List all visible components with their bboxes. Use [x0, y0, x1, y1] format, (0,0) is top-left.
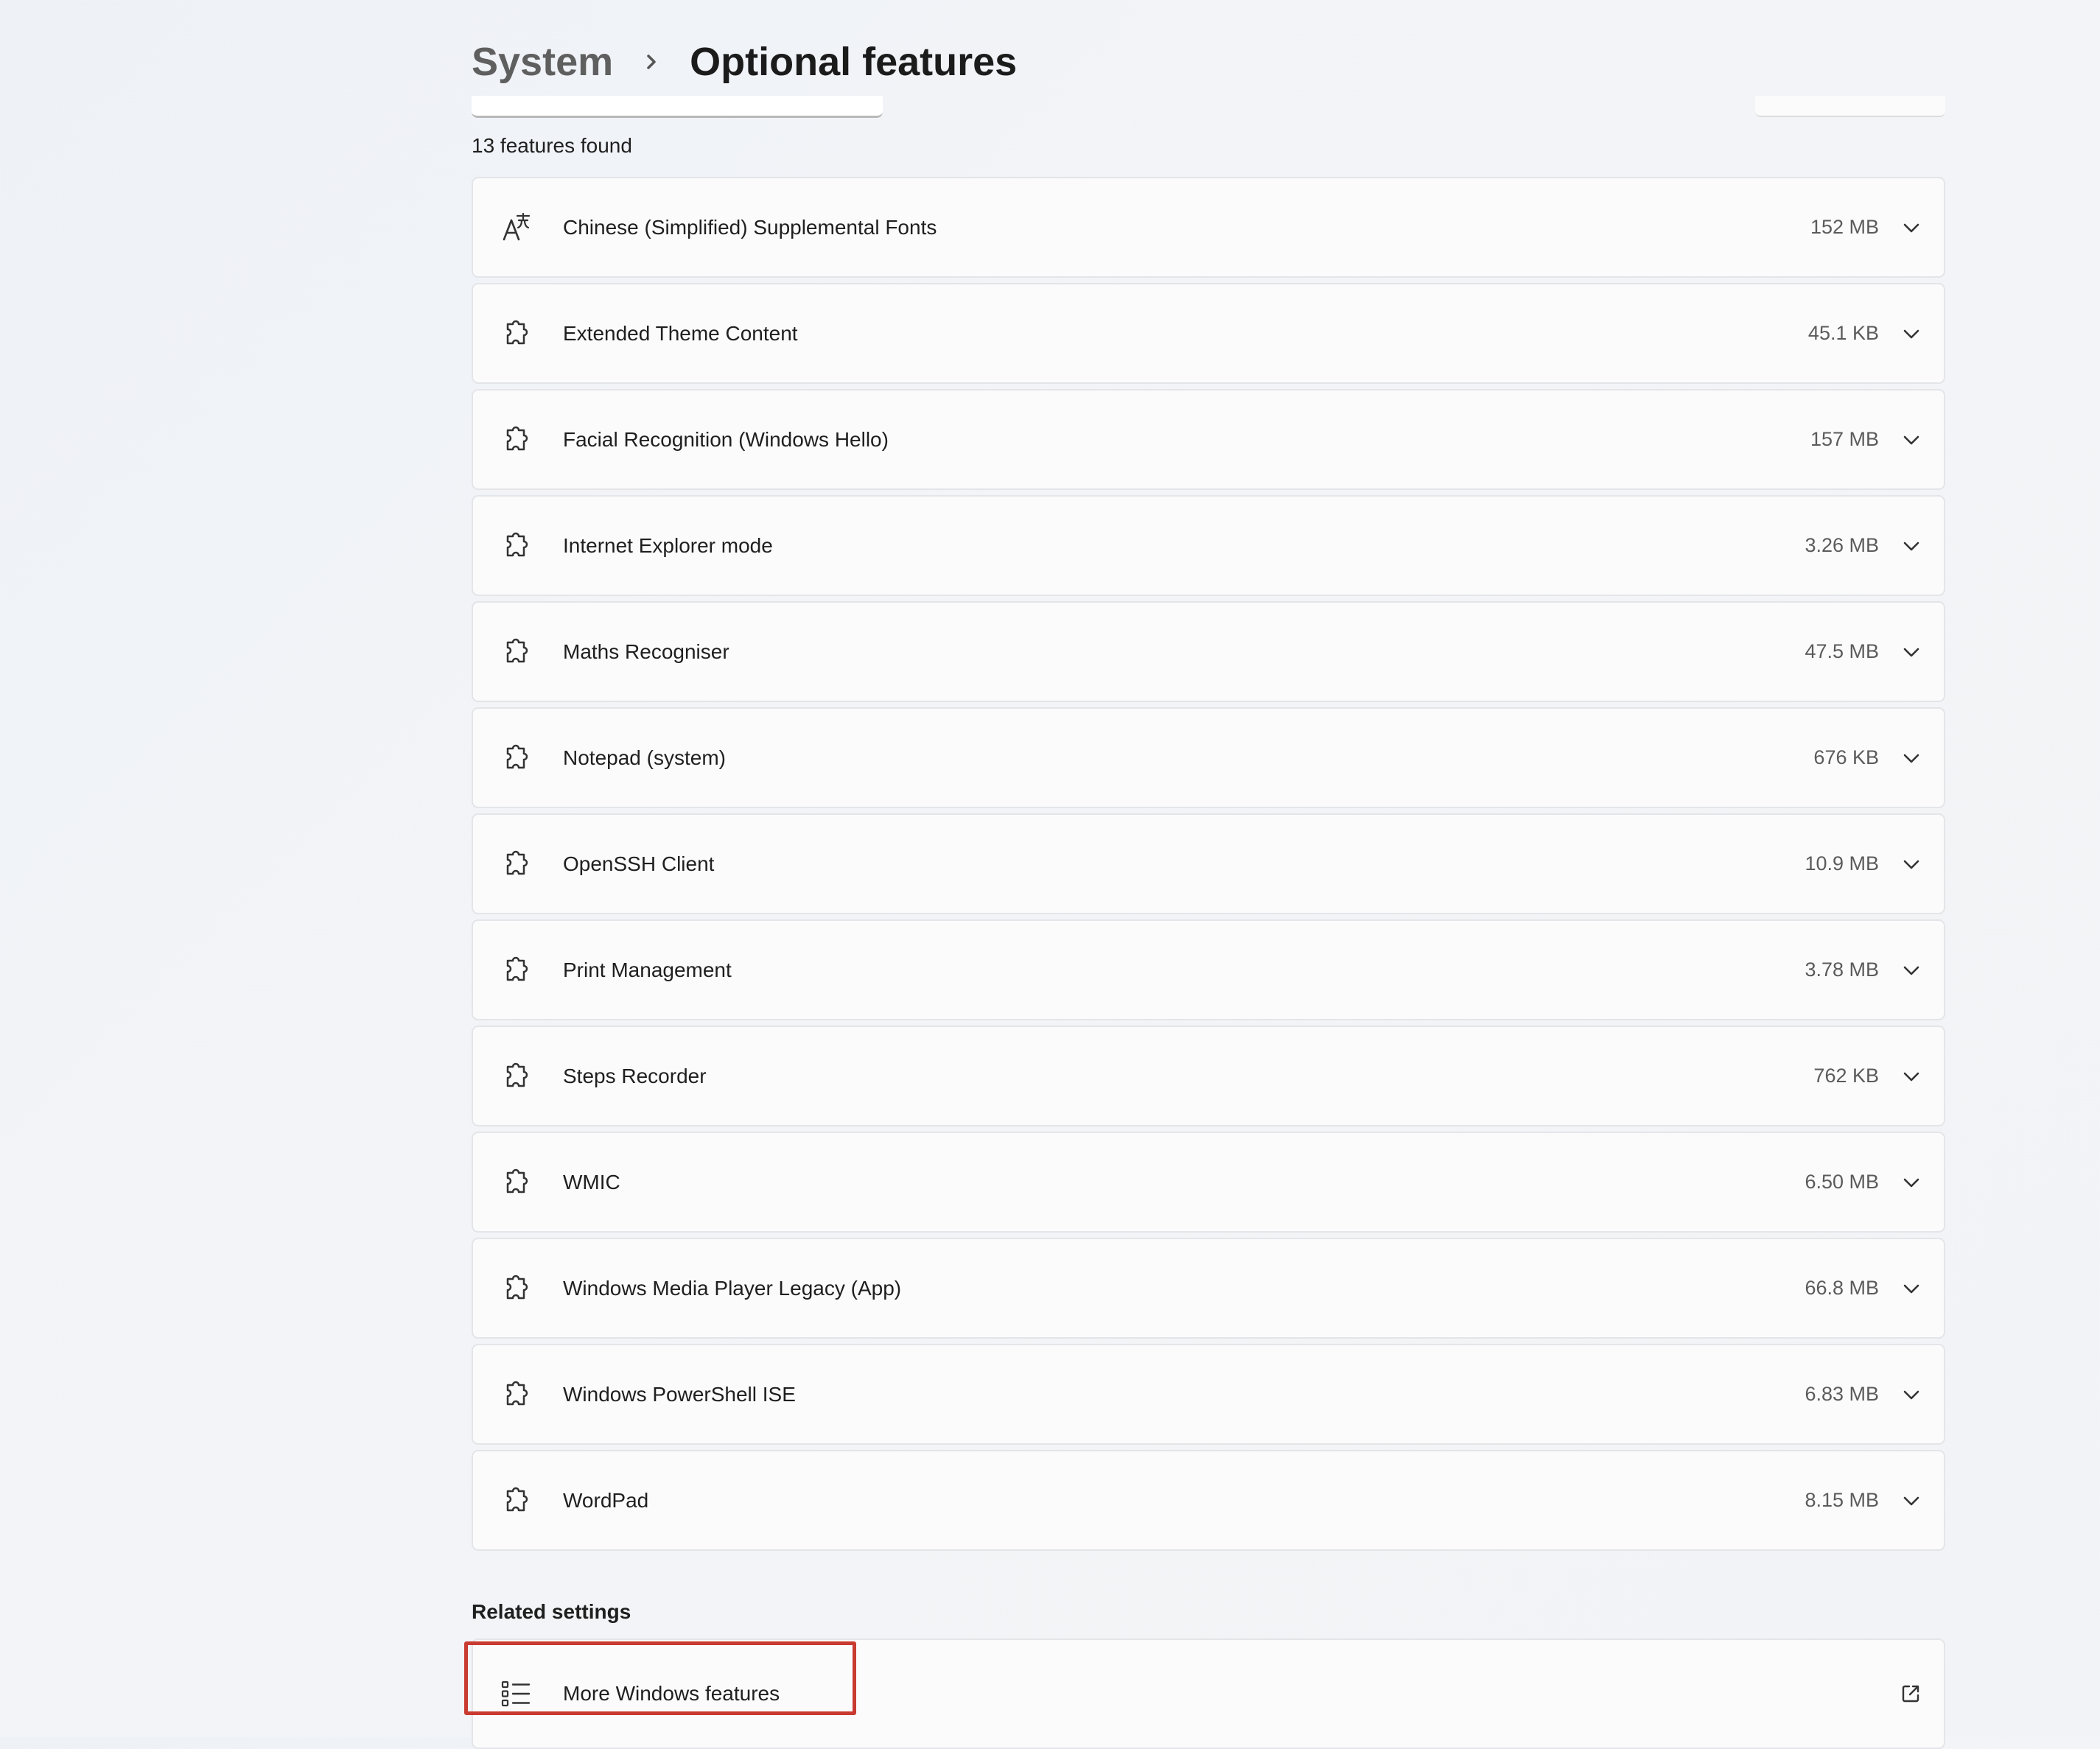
feature-item-windows-media-player-legacy[interactable]: Windows Media Player Legacy (App) 66.8 M… [472, 1238, 1945, 1339]
feature-name: OpenSSH Client [563, 852, 715, 875]
puzzle-icon [506, 744, 528, 768]
feature-size: 152 MB [1810, 216, 1879, 238]
chevron-down-icon[interactable] [1901, 1490, 1922, 1511]
feature-size: 676 KB [1813, 746, 1879, 768]
feature-item-facial-recognition[interactable]: Facial Recognition (Windows Hello) 157 M… [472, 389, 1945, 490]
chevron-down-icon[interactable] [1901, 1172, 1922, 1193]
feature-list: Chinese (Simplified) Supplemental Fonts … [472, 177, 1945, 1556]
feature-item-windows-powershell-ise[interactable]: Windows PowerShell ISE 6.83 MB [472, 1344, 1945, 1445]
feature-size: 6.50 MB [1805, 1171, 1879, 1193]
feature-name: Print Management [563, 958, 732, 981]
feature-item-extended-theme-content[interactable]: Extended Theme Content 45.1 KB [472, 283, 1945, 384]
feature-size: 66.8 MB [1805, 1277, 1879, 1299]
feature-size: 3.78 MB [1805, 958, 1879, 981]
page-title: Optional features [690, 40, 1018, 84]
chevron-down-icon[interactable] [1901, 323, 1922, 344]
feature-size: 6.83 MB [1805, 1383, 1879, 1405]
puzzle-icon [506, 426, 528, 450]
feature-item-internet-explorer-mode[interactable]: Internet Explorer mode 3.26 MB [472, 495, 1945, 596]
feature-name: Chinese (Simplified) Supplemental Fonts [563, 215, 937, 239]
search-features-input[interactable] [472, 96, 883, 118]
breadcrumb-system-link[interactable]: System [472, 39, 613, 85]
feature-size: 10.9 MB [1805, 852, 1879, 874]
list-icon [501, 1680, 531, 1707]
feature-item-wordpad[interactable]: WordPad 8.15 MB [472, 1450, 1945, 1551]
chevron-down-icon[interactable] [1901, 217, 1922, 238]
font-icon [503, 212, 531, 240]
feature-item-steps-recorder[interactable]: Steps Recorder 762 KB [472, 1026, 1945, 1126]
feature-size: 45.1 KB [1807, 322, 1879, 344]
puzzle-icon [506, 320, 528, 344]
feature-size: 47.5 MB [1805, 640, 1879, 662]
feature-name: Windows Media Player Legacy (App) [563, 1276, 902, 1300]
puzzle-icon [506, 956, 528, 981]
puzzle-icon [506, 850, 528, 874]
puzzle-icon [506, 1487, 528, 1511]
feature-item-chinese-fonts[interactable]: Chinese (Simplified) Supplemental Fonts … [472, 177, 1945, 278]
chevron-down-icon[interactable] [1901, 960, 1922, 981]
more-windows-features-link[interactable]: More Windows features [472, 1638, 1945, 1749]
feature-name: Notepad (system) [563, 746, 726, 769]
chevron-down-icon[interactable] [1901, 1066, 1922, 1087]
feature-name: WordPad [563, 1488, 649, 1512]
feature-name: Facial Recognition (Windows Hello) [563, 427, 889, 451]
puzzle-icon [506, 1275, 528, 1299]
chevron-down-icon[interactable] [1901, 1278, 1922, 1299]
open-external-icon [1902, 1685, 1919, 1703]
feature-name: WMIC [563, 1170, 620, 1194]
feature-item-notepad-system[interactable]: Notepad (system) 676 KB [472, 707, 1945, 808]
feature-size: 157 MB [1810, 428, 1879, 450]
feature-name: Steps Recorder [563, 1064, 707, 1087]
related-item-label: More Windows features [563, 1682, 780, 1705]
feature-name: Extended Theme Content [563, 321, 798, 345]
chevron-down-icon[interactable] [1901, 642, 1922, 662]
chevron-down-icon[interactable] [1901, 536, 1922, 556]
chevron-right-icon [647, 55, 656, 69]
chevron-down-icon[interactable] [1901, 854, 1922, 874]
feature-size: 762 KB [1813, 1065, 1879, 1087]
feature-item-openssh-client[interactable]: OpenSSH Client 10.9 MB [472, 813, 1945, 914]
feature-size: 3.26 MB [1805, 534, 1879, 556]
puzzle-icon [506, 1168, 528, 1193]
feature-name: Internet Explorer mode [563, 533, 773, 557]
feature-item-wmic[interactable]: WMIC 6.50 MB [472, 1132, 1945, 1233]
breadcrumb: System Optional features [472, 35, 1017, 88]
chevron-down-icon[interactable] [1901, 1384, 1922, 1405]
feature-name: Maths Recogniser [563, 639, 729, 663]
chevron-down-icon[interactable] [1901, 430, 1922, 450]
puzzle-icon [506, 638, 528, 662]
feature-item-print-management[interactable]: Print Management 3.78 MB [472, 919, 1945, 1020]
feature-item-maths-recogniser[interactable]: Maths Recogniser 47.5 MB [472, 601, 1945, 702]
features-count: 13 features found [472, 134, 632, 157]
puzzle-icon [506, 532, 528, 556]
sort-dropdown[interactable] [1755, 96, 1945, 117]
related-settings-heading: Related settings [472, 1600, 631, 1623]
chevron-down-icon[interactable] [1901, 748, 1922, 768]
feature-name: Windows PowerShell ISE [563, 1382, 796, 1406]
feature-size: 8.15 MB [1805, 1489, 1879, 1511]
puzzle-icon [506, 1381, 528, 1405]
puzzle-icon [506, 1062, 528, 1087]
